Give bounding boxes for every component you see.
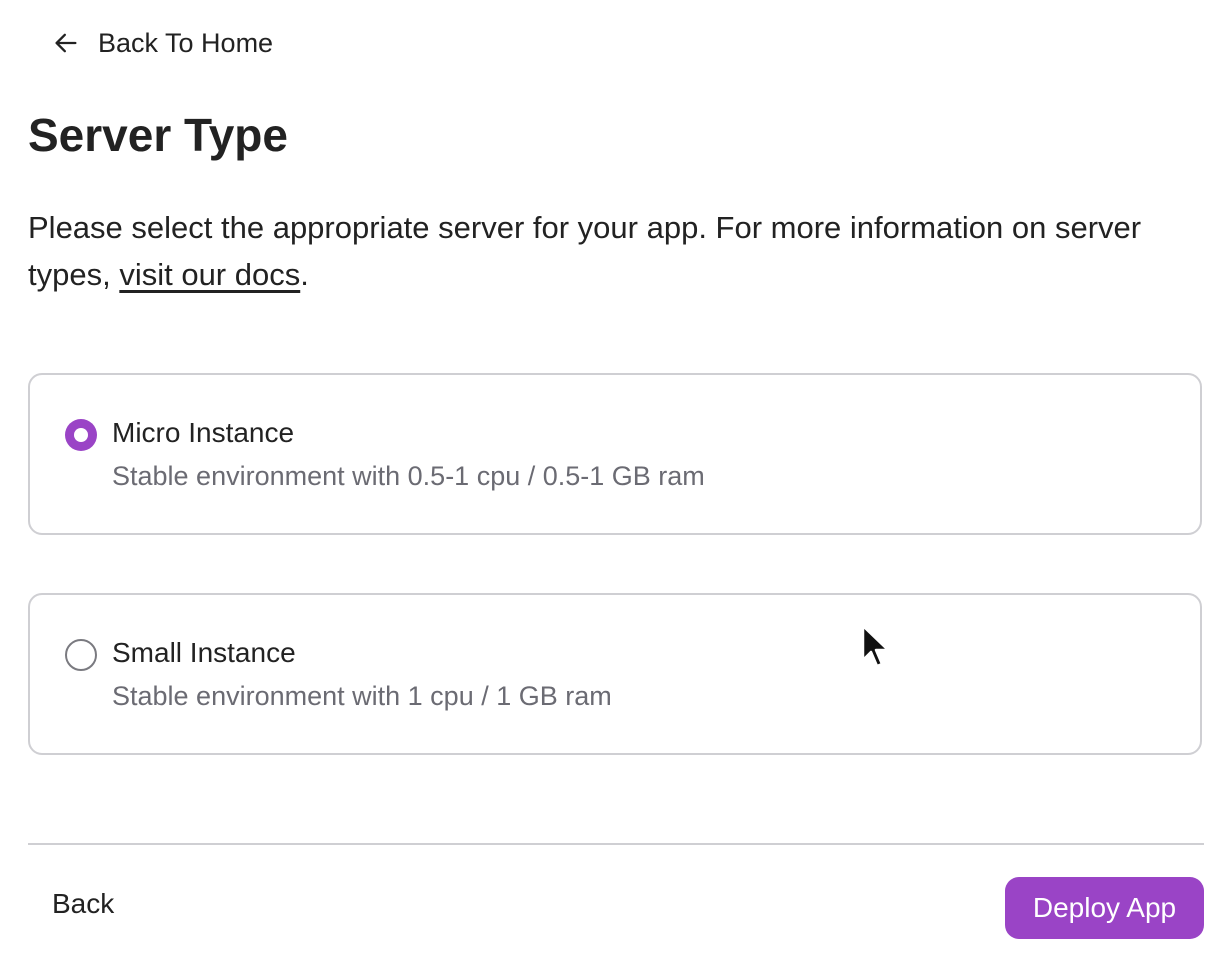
back-to-home-link[interactable]: Back To Home (52, 22, 273, 64)
footer-divider (28, 843, 1204, 845)
back-to-home-label: Back To Home (98, 27, 274, 58)
back-button[interactable]: Back (52, 888, 114, 920)
server-option-micro[interactable]: Micro Instance Stable environment with 0… (28, 373, 1202, 535)
deploy-app-button[interactable]: Deploy App (1005, 877, 1204, 939)
docs-link[interactable]: visit our docs (119, 257, 300, 292)
server-option-subtitle: Stable environment with 1 cpu / 1 GB ram (112, 681, 612, 711)
server-option-subtitle: Stable environment with 0.5-1 cpu / 0.5-… (112, 461, 705, 491)
server-type-page: Back To Home Server Type Please select t… (0, 0, 1232, 965)
server-option-small[interactable]: Small Instance Stable environment with 1… (28, 593, 1202, 755)
radio-small-unselected[interactable] (65, 639, 97, 671)
page-description: Please select the appropriate server for… (28, 204, 1188, 298)
server-option-title: Micro Instance (112, 417, 295, 448)
arrow-left-icon (55, 33, 77, 53)
radio-micro-selected[interactable] (65, 419, 97, 451)
page-title: Server Type (28, 109, 288, 161)
server-option-title: Small Instance (112, 637, 296, 668)
mouse-pointer-icon (861, 624, 890, 668)
description-suffix: . (300, 257, 309, 292)
